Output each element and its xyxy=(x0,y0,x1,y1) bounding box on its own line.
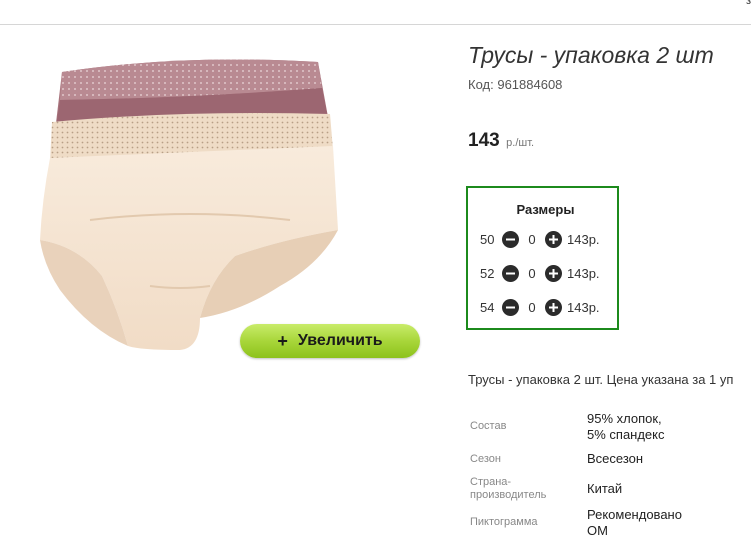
property-value-line: Всесезон xyxy=(587,451,644,466)
quantity-value[interactable]: 0 xyxy=(519,232,545,247)
minus-icon xyxy=(506,306,515,308)
minus-button[interactable] xyxy=(502,298,519,316)
size-price: 143р. xyxy=(567,265,600,281)
briefs-illustration xyxy=(40,59,338,350)
sizes-title: Размеры xyxy=(516,202,575,217)
plus-button[interactable] xyxy=(545,298,562,316)
product-code: Код: 961884608 xyxy=(468,77,562,92)
price-value: 143 xyxy=(468,130,500,151)
size-price: 143р. xyxy=(567,231,600,247)
property-label-line: производитель xyxy=(470,489,547,501)
product-description: Трусы - упаковка 2 шт. Цена указана за 1… xyxy=(468,372,734,387)
size-price: 143р. xyxy=(567,299,600,315)
plus-icon: + xyxy=(277,330,288,351)
top-divider: з xyxy=(0,0,751,25)
product-image[interactable] xyxy=(30,50,360,370)
sizes-panel: Размеры 50 0 143р. 52 0 143р. 54 0 143р. xyxy=(466,186,619,330)
quantity-value[interactable]: 0 xyxy=(519,266,545,281)
size-label: 52 xyxy=(480,265,495,281)
size-label: 50 xyxy=(480,231,495,247)
plus-icon xyxy=(549,302,558,312)
minus-button[interactable] xyxy=(502,230,519,248)
property-value-line: 95% хлопок, xyxy=(587,411,662,426)
size-row: 54 0 143р. xyxy=(480,297,600,317)
property-value-line: 5% спандекс xyxy=(587,427,665,442)
zoom-button[interactable]: + Увеличить xyxy=(240,324,420,358)
header-corner-text: з xyxy=(745,0,751,7)
minus-icon xyxy=(506,238,515,240)
property-value-line: Рекомендовано xyxy=(587,507,682,522)
property-value-line: Китай xyxy=(587,481,623,496)
minus-icon xyxy=(506,272,515,274)
property-value-pictogram: Рекомендовано ОМ xyxy=(587,507,682,539)
plus-icon xyxy=(549,268,558,278)
plus-button[interactable] xyxy=(545,264,562,282)
property-label-pictogram: Пиктограмма xyxy=(470,516,538,528)
minus-button[interactable] xyxy=(502,264,519,282)
zoom-button-label: Увеличить xyxy=(297,332,383,349)
property-label-composition: Состав xyxy=(470,420,507,432)
property-value-season: Всесезон xyxy=(587,451,643,467)
quantity-value[interactable]: 0 xyxy=(519,300,545,315)
product-code-label: Код: xyxy=(468,77,494,92)
size-label: 54 xyxy=(480,299,495,315)
price-unit: р./шт. xyxy=(506,137,535,149)
property-label-country: Страна- производитель xyxy=(470,476,546,502)
property-label-season: Сезон xyxy=(470,453,501,465)
plus-button[interactable] xyxy=(545,230,562,248)
plus-icon xyxy=(549,234,558,244)
product-title: Трусы - упаковка 2 шт xyxy=(468,42,714,68)
size-row: 52 0 143р. xyxy=(480,263,600,283)
property-label-line: Страна- xyxy=(470,476,512,488)
property-value-line: ОМ xyxy=(587,523,608,538)
product-code-value: 961884608 xyxy=(497,77,563,92)
product-price: 143 р./шт. xyxy=(468,130,534,152)
size-row: 50 0 143р. xyxy=(480,229,600,249)
property-value-composition: 95% хлопок, 5% спандекс xyxy=(587,411,665,443)
property-value-country: Китай xyxy=(587,481,622,497)
